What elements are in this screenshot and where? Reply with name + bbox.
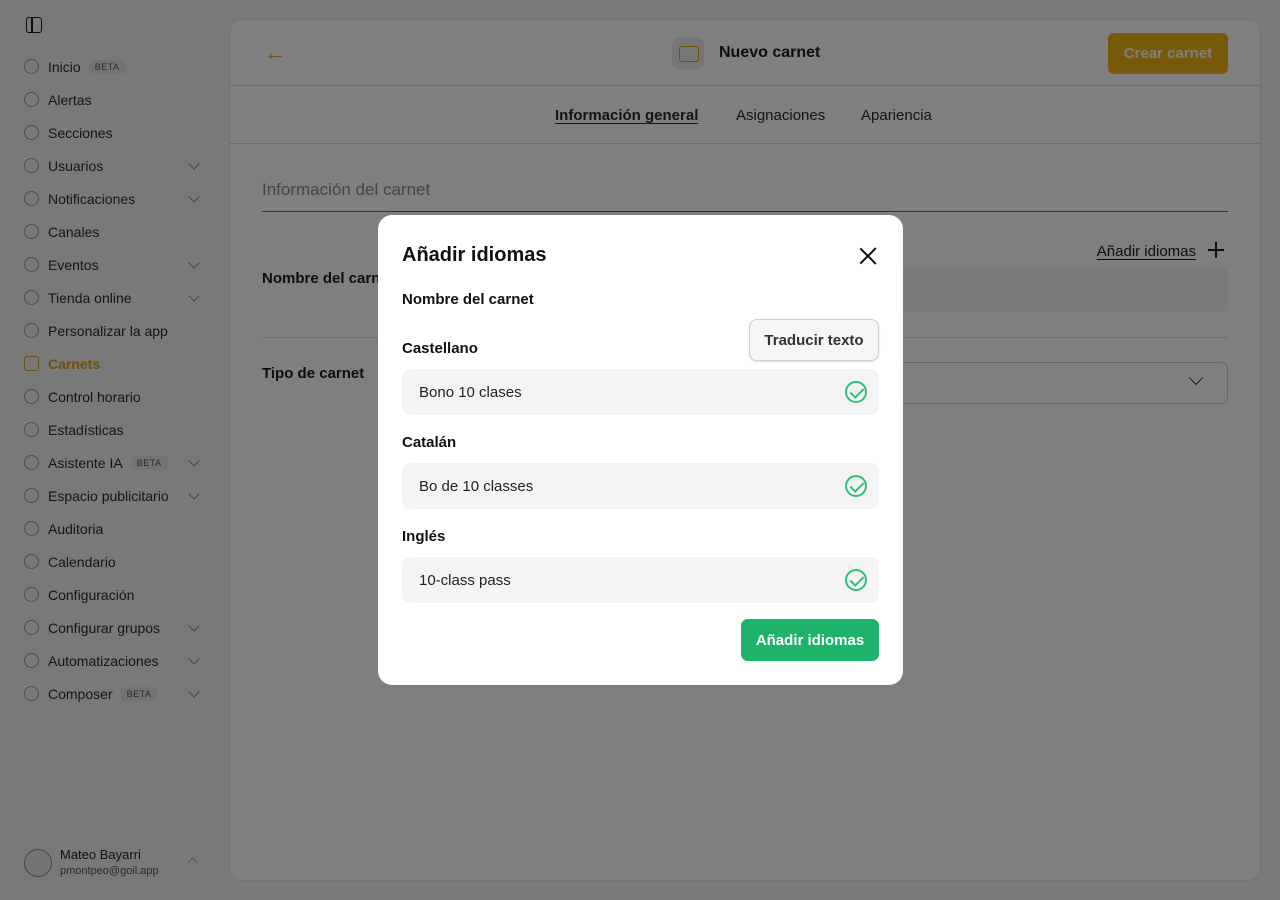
- add-languages-modal: Añadir idiomas Nombre del carnet Traduci…: [378, 215, 903, 685]
- check-circle-icon: [845, 381, 867, 403]
- language-input-value: Bono 10 clases: [419, 384, 522, 401]
- translate-text-button[interactable]: Traducir texto: [749, 319, 879, 361]
- language-input-value: Bo de 10 classes: [419, 478, 534, 495]
- language-label: Catalán: [402, 434, 457, 451]
- language-label: Castellano: [402, 340, 478, 357]
- check-circle-icon: [845, 475, 867, 497]
- language-input-catalan[interactable]: Bo de 10 classes: [402, 463, 879, 509]
- modal-title: Añadir idiomas: [402, 244, 547, 266]
- add-languages-button[interactable]: Añadir idiomas: [741, 619, 879, 661]
- language-input-castellano[interactable]: Bono 10 clases: [402, 369, 879, 415]
- modal-subtitle: Nombre del carnet: [402, 291, 534, 308]
- language-input-ingles[interactable]: 10-class pass: [402, 557, 879, 603]
- close-icon[interactable]: [859, 247, 877, 265]
- check-circle-icon: [845, 569, 867, 591]
- language-input-value: 10-class pass: [419, 572, 511, 589]
- language-label: Inglés: [402, 528, 446, 545]
